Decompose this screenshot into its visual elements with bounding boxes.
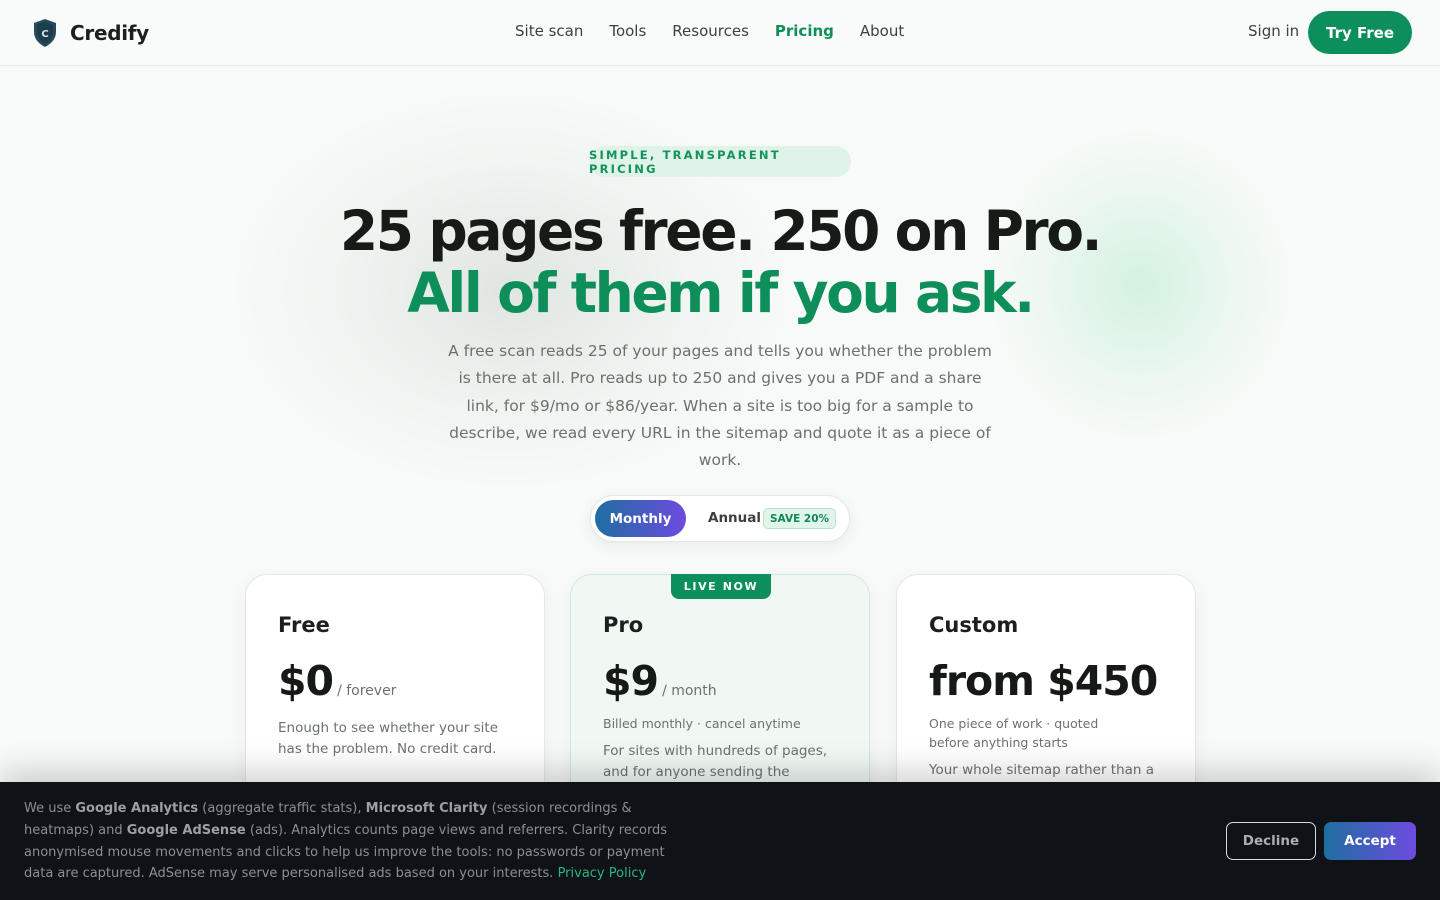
brand-name: Credify (70, 21, 149, 45)
google-adsense-label: Google AdSense (126, 822, 246, 838)
sign-in-link[interactable]: Sign in (1248, 22, 1299, 40)
svg-text:C: C (41, 29, 48, 40)
cookie-text-part: We use (24, 801, 76, 816)
live-now-badge: LIVE NOW (671, 574, 771, 599)
plan-name: Custom (929, 613, 1019, 637)
plan-description: Enough to see whether your site has the … (278, 720, 499, 757)
microsoft-clarity-label: Microsoft Clarity (365, 801, 488, 816)
billing-note: Billed monthly · cancel anytime (603, 716, 801, 731)
main-nav: Site scan Tools Resources Pricing About (515, 22, 904, 40)
nav-pricing[interactable]: Pricing (775, 22, 834, 40)
billing-toggle: Monthly Annual SAVE 20% (590, 495, 850, 542)
plan-price: from $450 (929, 657, 1158, 705)
price-unit: / month (662, 683, 717, 699)
plan-price: $9/ month (603, 657, 717, 705)
shield-logo-icon: C (34, 19, 56, 47)
plan-price: $0/ forever (278, 657, 396, 705)
plan-name: Pro (603, 613, 644, 637)
cookie-consent-banner: We use Google Analytics (aggregate traff… (0, 782, 1440, 900)
save-badge: SAVE 20% (763, 508, 837, 529)
decline-button[interactable]: Decline (1226, 822, 1316, 860)
plan-name: Free (278, 613, 330, 637)
price-unit: / forever (337, 683, 397, 699)
try-free-button[interactable]: Try Free (1308, 11, 1412, 54)
annual-option[interactable]: Annual (708, 510, 761, 526)
site-header: C Credify Site scan Tools Resources Pric… (0, 0, 1440, 66)
google-analytics-label: Google Analytics (75, 801, 199, 816)
plan-description: Your whole sitemap rather than a (929, 762, 1155, 778)
privacy-policy-link[interactable]: Privacy Policy (558, 866, 647, 881)
headline-line-2: All of them if you ask. (407, 261, 1035, 325)
pricing-eyebrow-badge: SIMPLE, TRANSPARENT PRICING (589, 146, 851, 177)
billing-note: One piece of work · quoted before anythi… (929, 716, 1099, 750)
accept-button[interactable]: Accept (1324, 822, 1416, 860)
hero-description: A free scan reads 25 of your pages and t… (448, 342, 992, 470)
headline-line-1: 25 pages free. 250 on Pro. (339, 199, 1103, 263)
cookie-text-part: (aggregate traffic stats), (198, 801, 366, 816)
nav-tools[interactable]: Tools (609, 22, 646, 40)
price-amount: from $450 (929, 657, 1158, 705)
nav-resources[interactable]: Resources (672, 22, 749, 40)
price-amount: $0 (278, 657, 334, 705)
price-amount: $9 (603, 657, 659, 705)
cookie-notice-text: We use Google Analytics (aggregate traff… (24, 798, 674, 885)
brand[interactable]: C Credify (32, 18, 149, 48)
nav-about[interactable]: About (860, 22, 904, 40)
nav-site-scan[interactable]: Site scan (515, 22, 583, 40)
monthly-option[interactable]: Monthly (595, 500, 686, 537)
